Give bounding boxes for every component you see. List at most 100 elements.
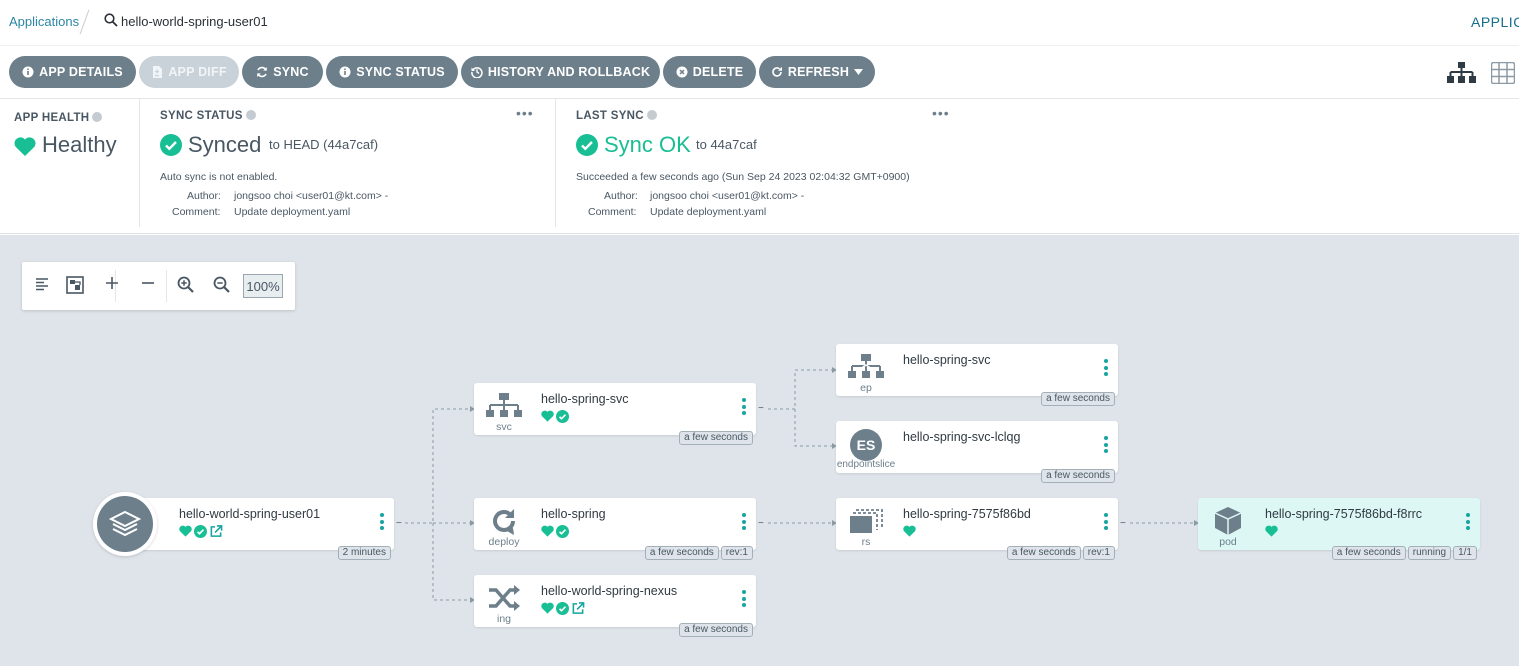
- author-value: jongsoo choi <user01@kt.com> -: [234, 190, 389, 202]
- node-name: hello-spring: [541, 507, 606, 521]
- tree-edges: [405, 367, 1199, 603]
- app-health-title: APP HEALTH: [14, 112, 103, 124]
- node-menu-icon[interactable]: [380, 513, 384, 533]
- sync-icon: [257, 66, 268, 78]
- shuffle-icon: [489, 585, 520, 611]
- heart-icon: [541, 410, 554, 422]
- comment-label: Comment:: [172, 206, 221, 218]
- node-kind: ep: [860, 382, 872, 394]
- caret-down-icon: [854, 69, 864, 75]
- node-menu-icon[interactable]: [1104, 359, 1108, 379]
- node-name: hello-spring-svc-lclqg: [903, 430, 1021, 444]
- sync-status-more-icon[interactable]: •••: [516, 105, 534, 121]
- comment-value: Update deployment.yaml: [234, 206, 351, 218]
- delete-button[interactable]: DELETE: [663, 56, 756, 88]
- app-details-button[interactable]: APP DETAILS: [9, 56, 136, 88]
- delete-label: DELETE: [692, 65, 744, 79]
- ready-count-tag: 1/1: [1453, 546, 1477, 560]
- replicaset-node[interactable]: rs hello-spring-7575f86bd a few seconds r…: [836, 498, 1118, 560]
- grid-view-icon[interactable]: [1491, 62, 1515, 84]
- app-diff-button[interactable]: APP DIFF: [139, 56, 239, 88]
- app-node[interactable]: hello-world-spring-user01 2 minutes: [140, 498, 394, 560]
- endpoints-node[interactable]: ep hello-spring-svc a few seconds: [836, 344, 1118, 406]
- age-tag: a few seconds: [1331, 546, 1406, 560]
- last-sync-when: Succeeded a few seconds ago (Sun Sep 24 …: [576, 171, 910, 183]
- endpointslice-node[interactable]: ES endpointslice hello-spring-svc-lclqg …: [836, 421, 1118, 483]
- last-sync-title: LAST SYNC: [576, 110, 657, 122]
- heart-icon: [179, 525, 192, 537]
- node-menu-icon[interactable]: [1466, 513, 1470, 533]
- endpoints-icon: [848, 354, 884, 378]
- author-label: Author:: [604, 190, 638, 202]
- node-status: [541, 524, 569, 538]
- node-name: hello-spring-svc: [903, 353, 991, 367]
- refresh-button[interactable]: REFRESH: [759, 56, 875, 88]
- node-tags: a few seconds running 1/1: [1331, 546, 1477, 560]
- check-circle-icon: [576, 134, 598, 156]
- last-sync-target: to 44a7caf: [696, 137, 757, 152]
- help-icon[interactable]: [245, 110, 256, 120]
- collapse-toggle[interactable]: −: [758, 404, 768, 414]
- breadcrumb-applications-link[interactable]: Applications: [9, 14, 79, 29]
- collapse-toggle[interactable]: −: [758, 519, 768, 529]
- collapse-toggle[interactable]: −: [1120, 519, 1130, 529]
- deployment-icon: [493, 509, 515, 535]
- node-menu-icon[interactable]: [1104, 436, 1108, 456]
- auto-sync-note: Auto sync is not enabled.: [160, 171, 278, 183]
- author-label: Author:: [187, 190, 221, 202]
- node-menu-icon[interactable]: [742, 590, 746, 610]
- pod-node[interactable]: pod hello-spring-7575f86bd-f8rrc a few s…: [1198, 498, 1480, 560]
- replicaset-icon: [850, 509, 883, 533]
- age-tag: a few seconds: [679, 431, 753, 445]
- sync-status-title: SYNC STATUS: [160, 110, 256, 122]
- heart-icon: [14, 137, 36, 156]
- help-icon[interactable]: [92, 112, 103, 122]
- help-icon[interactable]: [646, 110, 657, 120]
- sync-status-button[interactable]: SYNC STATUS: [326, 56, 458, 88]
- node-tags: a few seconds rev:1: [1006, 546, 1115, 560]
- top-right-label[interactable]: APPLIC: [1471, 14, 1519, 30]
- node-status: [903, 524, 916, 538]
- node-tags: a few seconds: [1041, 392, 1115, 406]
- age-tag: a few seconds: [644, 546, 719, 560]
- check-circle-icon: [556, 409, 569, 423]
- age-tag: a few seconds: [1041, 469, 1115, 483]
- collapse-toggle[interactable]: −: [396, 519, 406, 529]
- divider: [139, 99, 140, 227]
- external-link-icon[interactable]: [209, 524, 223, 538]
- cube-icon: [1214, 507, 1242, 535]
- ingress-node[interactable]: ing hello-world-spring-nexus a few secon…: [474, 575, 756, 637]
- times-circle-icon: [676, 66, 688, 78]
- external-link-icon[interactable]: [571, 601, 585, 615]
- service-node[interactable]: svc hello-spring-svc a few seconds: [474, 383, 756, 445]
- breadcrumb-current-app[interactable]: hello-world-spring-user01: [121, 14, 268, 29]
- revision-tag: rev:1: [720, 546, 753, 560]
- history-rollback-button[interactable]: HISTORY AND ROLLBACK: [461, 56, 660, 88]
- status-panel: APP HEALTH Healthy SYNC STATUS ••• Synce…: [0, 99, 1519, 234]
- node-status: [1265, 524, 1278, 538]
- search-icon[interactable]: [104, 13, 118, 27]
- node-tags: 2 minutes: [337, 546, 391, 560]
- node-tags: a few seconds: [679, 623, 753, 637]
- node-status: [541, 409, 569, 423]
- app-details-label: APP DETAILS: [39, 65, 123, 79]
- node-menu-icon[interactable]: [742, 398, 746, 418]
- last-sync-more-icon[interactable]: •••: [932, 105, 950, 121]
- divider: [555, 99, 556, 227]
- node-name: hello-spring-7575f86bd-f8rrc: [1265, 507, 1423, 521]
- sync-button[interactable]: SYNC: [242, 56, 323, 88]
- application-icon: [93, 492, 157, 556]
- layers-icon: [109, 510, 141, 537]
- history-rollback-label: HISTORY AND ROLLBACK: [487, 65, 651, 79]
- heart-icon: [1265, 525, 1278, 537]
- node-tags: a few seconds: [679, 431, 753, 445]
- node-menu-icon[interactable]: [742, 513, 746, 533]
- tree-view-icon[interactable]: [1447, 62, 1476, 84]
- sync-status-title-text: SYNC STATUS: [160, 110, 243, 122]
- network-service-icon: [486, 393, 522, 417]
- sync-label: SYNC: [273, 65, 309, 79]
- resource-tree-canvas[interactable]: 100% hello-world-spring-user01 2 minutes: [0, 235, 1519, 666]
- deployment-node[interactable]: deploy hello-spring a few seconds rev:1: [474, 498, 756, 560]
- node-name: hello-spring-7575f86bd: [903, 507, 1031, 521]
- node-menu-icon[interactable]: [1104, 513, 1108, 533]
